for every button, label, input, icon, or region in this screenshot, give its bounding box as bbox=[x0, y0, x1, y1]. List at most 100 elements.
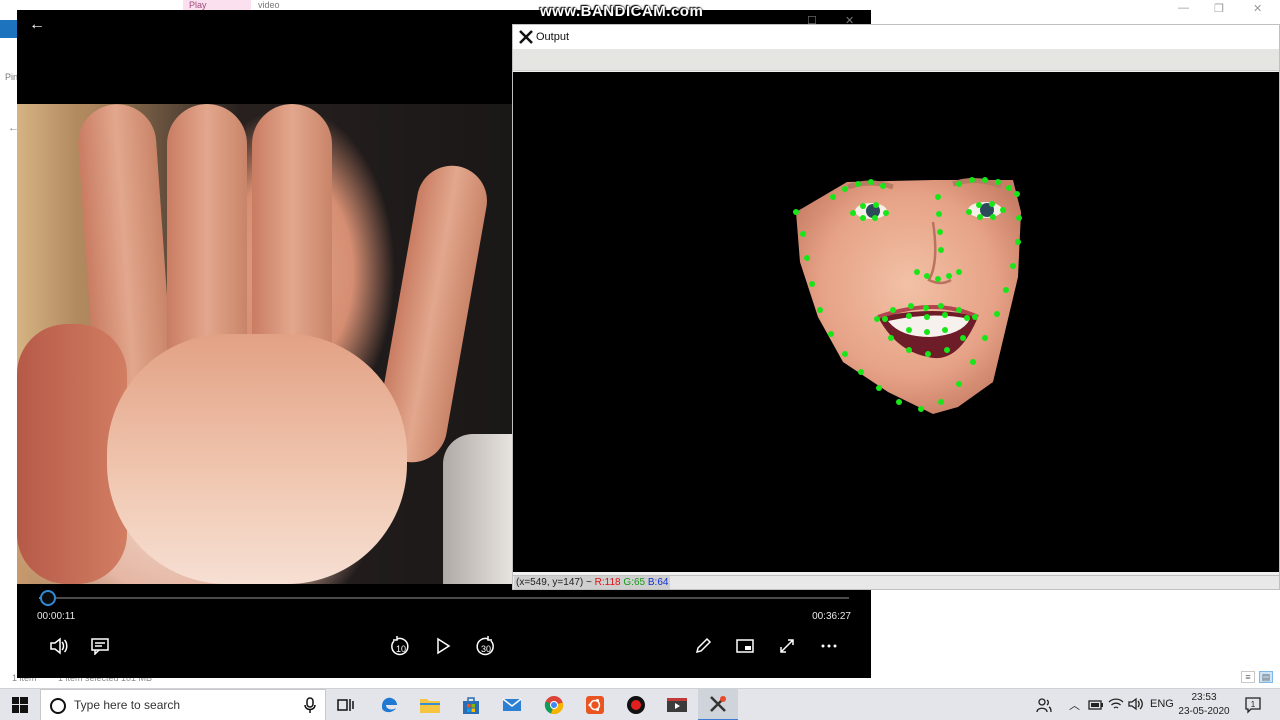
caption-icon bbox=[91, 638, 109, 655]
landmark-point bbox=[946, 273, 952, 279]
landmark-point bbox=[956, 307, 962, 313]
landmark-point bbox=[896, 399, 902, 405]
large-icons-view-icon[interactable]: ▤ bbox=[1259, 671, 1273, 683]
volume-button[interactable] bbox=[43, 633, 75, 659]
landmark-point bbox=[936, 211, 942, 217]
video-player-app[interactable] bbox=[657, 689, 697, 720]
video-frame[interactable]: mw bbox=[17, 104, 513, 584]
pencil-icon bbox=[695, 637, 712, 654]
landmark-point bbox=[938, 303, 944, 309]
landmark-point bbox=[989, 201, 995, 207]
restore-icon[interactable]: ❐ bbox=[1214, 2, 1224, 15]
pixel-red-value: R:118 bbox=[594, 577, 621, 588]
seek-bar[interactable] bbox=[39, 597, 849, 599]
cortana-icon bbox=[50, 698, 66, 714]
mail-icon bbox=[502, 698, 522, 711]
skip-back-button[interactable]: 10 bbox=[384, 633, 416, 659]
landmark-point bbox=[935, 276, 941, 282]
speaker-icon[interactable] bbox=[1128, 697, 1144, 711]
landmark-point bbox=[868, 179, 874, 185]
landmark-point bbox=[924, 329, 930, 335]
landmark-point bbox=[876, 385, 882, 391]
clock-date: 23-05-2020 bbox=[1178, 706, 1230, 717]
x-app-icon bbox=[519, 30, 533, 44]
landmark-point bbox=[1014, 191, 1020, 197]
task-view-button[interactable] bbox=[326, 689, 366, 720]
chrome-app[interactable] bbox=[534, 689, 574, 720]
film-icon bbox=[667, 698, 687, 712]
search-placeholder: Type here to search bbox=[74, 698, 181, 712]
wifi-icon[interactable] bbox=[1108, 697, 1124, 711]
pixel-readout: (x=549, y=147) ~ R:118 G:65 B:64 bbox=[514, 576, 671, 589]
taskbar-clock[interactable]: 23:53 23-05-2020 bbox=[1172, 691, 1236, 719]
ubuntu-app[interactable] bbox=[575, 689, 615, 720]
details-view-icon[interactable]: ≡ bbox=[1241, 671, 1255, 683]
minimize-icon[interactable]: — bbox=[1178, 2, 1189, 14]
microphone-icon[interactable] bbox=[304, 697, 316, 713]
landmark-point bbox=[804, 255, 810, 261]
landmark-point bbox=[855, 181, 861, 187]
notification-center-icon[interactable]: 1 bbox=[1244, 696, 1262, 714]
x-server-app[interactable] bbox=[698, 689, 738, 720]
seek-thumb[interactable] bbox=[40, 590, 56, 606]
output-titlebar[interactable]: Output bbox=[513, 25, 1279, 49]
back-arrow-icon[interactable]: ← bbox=[29, 16, 45, 34]
landmark-point bbox=[982, 335, 988, 341]
landmark-point bbox=[977, 214, 983, 220]
taskbar-search-box[interactable]: Type here to search bbox=[40, 689, 326, 720]
landmark-point bbox=[800, 231, 806, 237]
task-view-icon bbox=[337, 699, 354, 711]
close-icon[interactable]: ✕ bbox=[1253, 2, 1262, 15]
speaker-icon bbox=[50, 637, 68, 655]
start-button[interactable] bbox=[0, 689, 40, 720]
store-app[interactable] bbox=[451, 689, 491, 720]
landmark-point bbox=[1015, 239, 1021, 245]
current-time: 00:00:11 bbox=[37, 611, 76, 622]
clock-time: 23:53 bbox=[1191, 692, 1217, 703]
battery-icon[interactable] bbox=[1088, 699, 1104, 711]
landmark-point bbox=[956, 181, 962, 187]
play-button[interactable] bbox=[427, 633, 459, 659]
skip-forward-button[interactable]: 30 bbox=[469, 633, 501, 659]
fullscreen-button[interactable] bbox=[771, 633, 803, 659]
landmark-point bbox=[970, 359, 976, 365]
landmark-point bbox=[935, 194, 941, 200]
pixel-blue-value: B:64 bbox=[647, 577, 669, 588]
landmark-point bbox=[995, 179, 1001, 185]
chevron-up-icon[interactable]: ︿ bbox=[1069, 697, 1080, 713]
landmark-point bbox=[883, 210, 889, 216]
landmark-point bbox=[793, 209, 799, 215]
mail-app[interactable] bbox=[492, 689, 532, 720]
mini-view-icon bbox=[736, 639, 754, 653]
mini-view-button[interactable] bbox=[729, 633, 761, 659]
landmark-point bbox=[908, 303, 914, 309]
landmark-point bbox=[906, 327, 912, 333]
landmark-point bbox=[956, 269, 962, 275]
landmark-point bbox=[906, 313, 912, 319]
expand-icon bbox=[780, 639, 794, 653]
landmark-point bbox=[1016, 215, 1022, 221]
x-app-icon bbox=[710, 696, 726, 712]
edge-app[interactable] bbox=[369, 689, 409, 720]
output-image-canvas[interactable] bbox=[513, 72, 1279, 572]
landmark-point bbox=[964, 315, 970, 321]
landmark-point bbox=[1003, 287, 1009, 293]
recorder-watermark: www.BANDICAM.com bbox=[540, 3, 704, 20]
people-icon[interactable] bbox=[1036, 697, 1052, 713]
landmark-point bbox=[925, 351, 931, 357]
more-options-button[interactable] bbox=[813, 633, 845, 659]
subtitles-button[interactable] bbox=[84, 633, 116, 659]
landmark-point bbox=[842, 186, 848, 192]
store-icon bbox=[463, 697, 479, 714]
folder-icon bbox=[420, 699, 440, 713]
file-explorer-app[interactable] bbox=[410, 689, 450, 720]
landmark-point bbox=[906, 347, 912, 353]
landmark-point bbox=[890, 307, 896, 313]
more-icon bbox=[821, 644, 837, 648]
edit-button[interactable] bbox=[687, 633, 719, 659]
edge-icon bbox=[382, 697, 397, 713]
recorder-app[interactable] bbox=[616, 689, 656, 720]
skip-forward-label: 30 bbox=[481, 644, 492, 654]
input-language[interactable]: ENG bbox=[1150, 698, 1174, 710]
landmark-point bbox=[914, 269, 920, 275]
